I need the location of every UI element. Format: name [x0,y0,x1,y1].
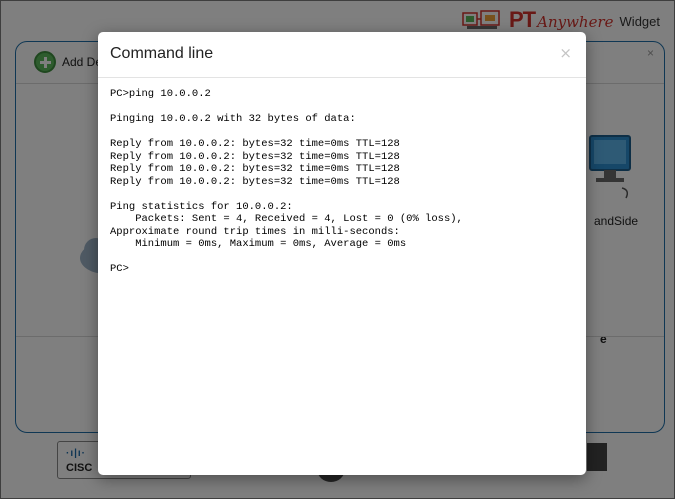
terminal-line: Ping statistics for 10.0.0.2: [110,200,293,213]
terminal-line: Pinging 10.0.0.2 with 32 bytes of data: [110,113,356,125]
dialog-header: Command line × [98,32,586,78]
terminal-line: Reply from 10.0.0.2: bytes=32 time=0ms T… [110,138,400,150]
terminal-line: Reply from 10.0.0.2: bytes=32 time=0ms T… [110,163,400,175]
terminal-prompt[interactable]: PC> [110,263,572,276]
terminal-line: PC>ping 10.0.0.2 [110,88,211,100]
terminal-line: Reply from 10.0.0.2: bytes=32 time=0ms T… [110,175,400,188]
terminal-line: Reply from 10.0.0.2: bytes=32 time=0ms T… [110,150,400,163]
terminal-line: Approximate round trip times in milli-se… [110,225,400,238]
terminal-line: Minimum = 0ms, Maximum = 0ms, Average = … [110,238,407,250]
terminal-line: Packets: Sent = 4, Received = 4, Lost = … [110,213,463,225]
command-line-dialog: Command line × PC>ping 10.0.0.2 Pinging … [98,32,586,475]
close-icon[interactable]: × [559,44,572,62]
terminal-output[interactable]: PC>ping 10.0.0.2 Pinging 10.0.0.2 with 3… [110,88,572,462]
dialog-title: Command line [110,45,214,62]
